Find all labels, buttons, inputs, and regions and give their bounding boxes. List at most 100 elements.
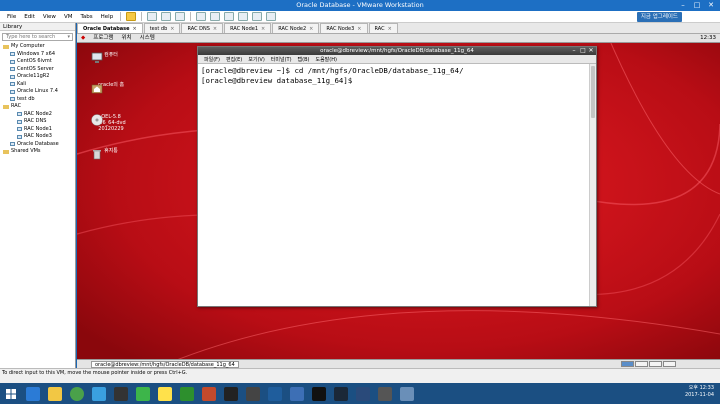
library-tree-item[interactable]: CentOS 6ivmt xyxy=(0,58,75,66)
library-tree-item[interactable]: Kali xyxy=(0,81,75,89)
terminal-menu-help[interactable]: 도움말(H) xyxy=(312,56,339,63)
menu-file[interactable]: File xyxy=(3,11,20,23)
vm-tab[interactable]: RAC Node3 × xyxy=(320,23,368,34)
full-screen-icon[interactable] xyxy=(224,12,235,21)
stretch-guest-icon[interactable] xyxy=(266,12,277,21)
taskbar-app-icon[interactable] xyxy=(378,386,392,401)
library-tree-item[interactable]: Oracle Database xyxy=(0,141,75,149)
menu-tabs[interactable]: Tabs xyxy=(76,11,96,23)
workspace-3[interactable] xyxy=(649,361,662,367)
library-tree-item[interactable]: Shared VMs xyxy=(0,148,75,156)
vm-tab[interactable]: RAC Node1 × xyxy=(224,23,272,34)
terminal-title-bar[interactable]: oracle@dbreview:/mnt/hgfs/OracleDB/datab… xyxy=(198,47,596,55)
host-clock[interactable]: 오후 12:33 2017-11-04 xyxy=(685,385,714,399)
taskbar-app-icon[interactable] xyxy=(92,386,106,401)
chevron-down-icon[interactable]: ▾ xyxy=(67,34,70,41)
vm-tab[interactable]: Oracle Database × xyxy=(77,23,143,33)
library-tree-item[interactable]: My Computer xyxy=(0,43,75,51)
taskbar-app-icon[interactable] xyxy=(246,386,260,401)
redhat-logo-icon[interactable]: ◆ xyxy=(77,34,89,43)
thumbnail-bar-icon[interactable] xyxy=(210,12,221,21)
desktop-icon-computer[interactable]: 컴퓨터 xyxy=(91,52,131,63)
desktop-icon-trash[interactable]: 휴지통 xyxy=(91,148,131,160)
taskbar-app-icon[interactable] xyxy=(268,386,282,401)
workspace-2[interactable] xyxy=(635,361,648,367)
steam-icon[interactable] xyxy=(334,386,348,401)
file-explorer-icon[interactable] xyxy=(48,386,62,401)
desktop-icon-dvd[interactable]: OEL-5.8 x86_64-dvd 20120229 xyxy=(91,114,131,132)
terminal-menu-view[interactable]: 보기(V) xyxy=(245,56,268,63)
scrollbar-thumb[interactable] xyxy=(591,66,595,118)
menu-help[interactable]: Help xyxy=(97,11,118,23)
windows-start-icon[interactable] xyxy=(4,386,18,401)
show-library-icon[interactable] xyxy=(196,12,207,21)
revert-snapshot-icon[interactable] xyxy=(161,12,172,21)
library-tree-item[interactable]: Oracle11gR2 xyxy=(0,73,75,81)
excel-icon[interactable] xyxy=(180,386,194,401)
library-tree-item[interactable]: CentOS Server xyxy=(0,66,75,74)
terminal-menu-edit[interactable]: 편집(E) xyxy=(223,56,245,63)
tab-close-icon[interactable]: × xyxy=(213,24,217,34)
library-tree-item[interactable]: test db xyxy=(0,96,75,104)
workspace-4[interactable] xyxy=(663,361,676,367)
taskbar-app-icon[interactable] xyxy=(290,386,304,401)
terminal-menu-terminal[interactable]: 터미널(T) xyxy=(268,56,295,63)
maximize-icon[interactable]: □ xyxy=(690,0,704,11)
tab-close-icon[interactable]: × xyxy=(170,24,174,34)
panel-menu-system[interactable]: 시스템 xyxy=(136,34,159,43)
library-tree-item[interactable]: RAC DNS xyxy=(0,118,75,126)
snapshot-manager-icon[interactable] xyxy=(175,12,186,21)
console-view-icon[interactable] xyxy=(252,12,263,21)
library-tree-item[interactable]: RAC Node2 xyxy=(0,111,75,119)
tab-close-icon[interactable]: × xyxy=(388,24,392,34)
vm-tab[interactable]: RAC Node2 × xyxy=(272,23,320,34)
tab-close-icon[interactable]: × xyxy=(357,24,361,34)
tab-close-icon[interactable]: × xyxy=(261,24,265,34)
minimize-icon[interactable]: – xyxy=(676,0,690,11)
library-tree-item[interactable]: Windows 7 x64 xyxy=(0,51,75,59)
terminal-window[interactable]: oracle@dbreview:/mnt/hgfs/OracleDB/datab… xyxy=(197,46,597,307)
vm-tab[interactable]: RAC × xyxy=(368,23,398,34)
guest-taskbar-terminal-button[interactable]: oracle@dbreview:/mnt/hgfs/OracleDB/datab… xyxy=(91,360,239,368)
upgrade-button[interactable]: 지금 업그레이드 xyxy=(636,12,682,22)
taskbar-app-icon[interactable] xyxy=(356,386,370,401)
terminal-scrollbar[interactable] xyxy=(589,64,596,306)
vm-tab[interactable]: RAC DNS × xyxy=(181,23,224,34)
terminal-minimize-icon[interactable]: – xyxy=(570,47,578,55)
internet-explorer-icon[interactable] xyxy=(26,386,40,401)
menu-vm[interactable]: VM xyxy=(60,11,77,23)
panel-menu-applications[interactable]: 프로그램 xyxy=(89,34,117,43)
powerpoint-icon[interactable] xyxy=(202,386,216,401)
vm-tab[interactable]: test db × xyxy=(143,23,181,34)
taskbar-app-icon[interactable] xyxy=(114,386,128,401)
library-tree-item[interactable]: RAC xyxy=(0,103,75,111)
library-search-input[interactable]: Type here to search ▾ xyxy=(2,33,73,41)
guest-clock[interactable]: 12:33 xyxy=(700,34,716,43)
panel-menu-places[interactable]: 위치 xyxy=(117,34,135,43)
vmware-icon[interactable] xyxy=(400,386,414,401)
terminal-close-icon[interactable]: ✕ xyxy=(587,47,595,55)
power-icon[interactable] xyxy=(126,12,137,21)
tab-close-icon[interactable]: × xyxy=(133,24,137,34)
library-tree-item[interactable]: RAC Node3 xyxy=(0,133,75,141)
guest-display[interactable]: ◆ 프로그램 위치 시스템 12:33 컴퓨터 oracle의 홈 OEL-5.… xyxy=(77,34,720,368)
kakaotalk-icon[interactable] xyxy=(158,386,172,401)
terminal-menu-tabs[interactable]: 탭(B) xyxy=(295,56,313,63)
library-tree-item[interactable]: RAC Node1 xyxy=(0,126,75,134)
terminal-app-icon[interactable] xyxy=(312,386,326,401)
terminal-menu-file[interactable]: 파일(F) xyxy=(201,56,223,63)
close-icon[interactable]: ✕ xyxy=(704,0,718,11)
desktop-icon-home[interactable]: oracle의 홈 xyxy=(91,82,131,94)
terminal-output[interactable]: [oracle@dbreview ~]$ cd /mnt/hgfs/Oracle… xyxy=(198,64,589,306)
menu-edit[interactable]: Edit xyxy=(20,11,39,23)
terminal-maximize-icon[interactable]: □ xyxy=(579,47,587,55)
workspace-1[interactable] xyxy=(621,361,634,367)
menu-view[interactable]: View xyxy=(39,11,60,23)
taskbar-app-icon[interactable] xyxy=(224,386,238,401)
unity-icon[interactable] xyxy=(238,12,249,21)
line-messenger-icon[interactable] xyxy=(136,386,150,401)
snapshot-icon[interactable] xyxy=(147,12,158,21)
library-tree-item[interactable]: Oracle Linux 7.4 xyxy=(0,88,75,96)
chrome-icon[interactable] xyxy=(70,386,84,401)
tab-close-icon[interactable]: × xyxy=(309,24,313,34)
